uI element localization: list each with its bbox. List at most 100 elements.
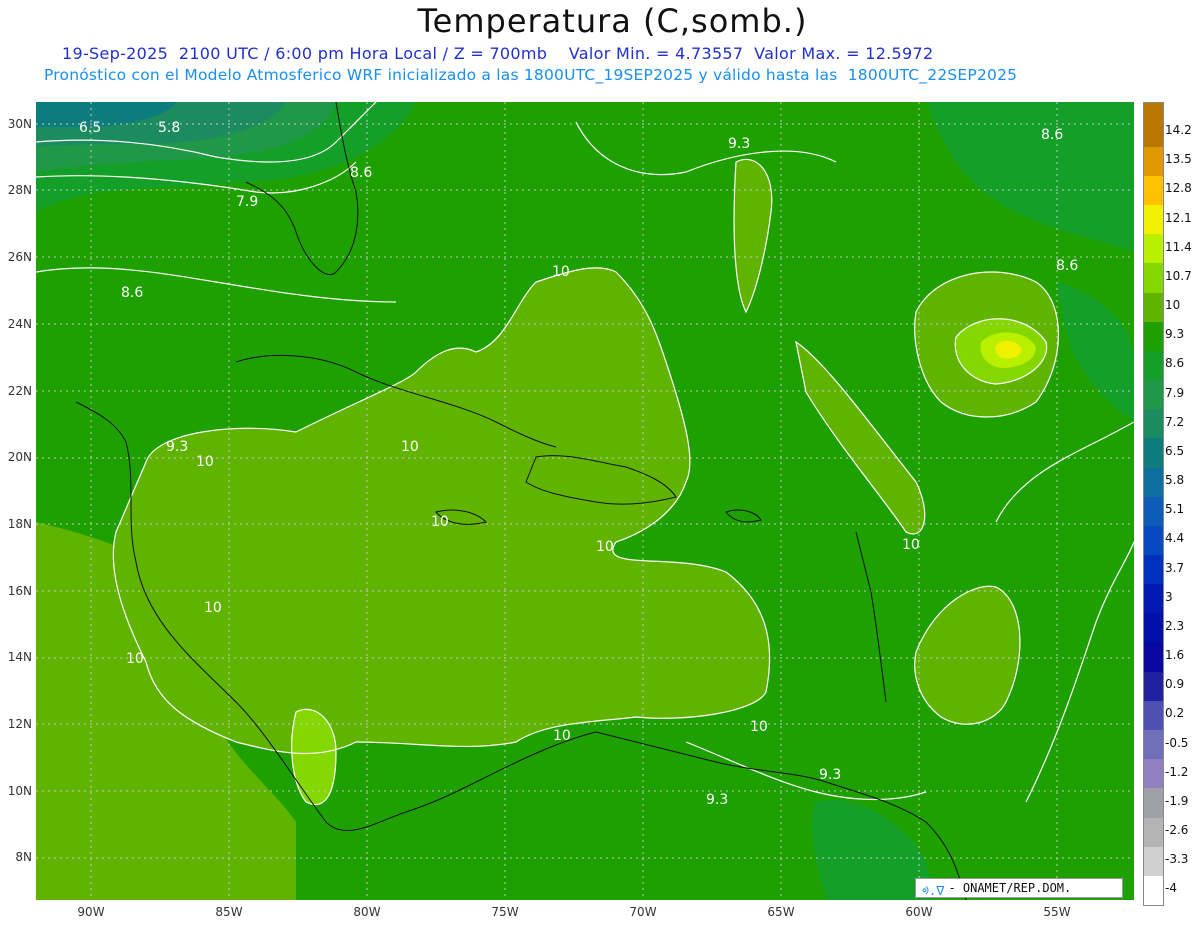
colorbar-segment bbox=[1144, 817, 1163, 848]
colorbar-segment bbox=[1144, 350, 1163, 381]
colorbar-segment bbox=[1144, 263, 1163, 294]
colorbar-label: -3.3 bbox=[1165, 852, 1189, 867]
colorbar-label: 0.2 bbox=[1165, 706, 1185, 721]
contour-label: 5.8 bbox=[158, 120, 181, 136]
colorbar-segment bbox=[1144, 759, 1163, 789]
colorbar-label: 0.9 bbox=[1165, 677, 1185, 692]
contour-label: 6.5 bbox=[79, 120, 102, 136]
colorbar-label: -1.2 bbox=[1165, 764, 1189, 779]
lon-label: 55W bbox=[1043, 905, 1071, 919]
colorbar-label: 1.6 bbox=[1165, 648, 1185, 663]
onamet-logo: ᢀ.ᐁ bbox=[922, 883, 945, 898]
onamet-credit: ᢀ.ᐁ - ONAMET/REP.DOM. bbox=[915, 878, 1123, 898]
contour-label: 9.3 bbox=[728, 136, 751, 152]
contour-label: 8.6 bbox=[1056, 258, 1079, 274]
colorbar-segment bbox=[1144, 380, 1163, 410]
lon-label: 75W bbox=[491, 905, 519, 919]
contour-label: 10 bbox=[902, 537, 920, 553]
credit-text: - ONAMET/REP.DOM. bbox=[948, 881, 1072, 895]
colorbar-segment bbox=[1144, 875, 1163, 906]
contour-label: 8.6 bbox=[121, 285, 144, 301]
contour-label: 8.6 bbox=[1041, 127, 1064, 143]
colorbar-segment bbox=[1144, 584, 1163, 614]
lat-label: 14N bbox=[7, 650, 32, 664]
colorbar-label: -2.6 bbox=[1165, 823, 1189, 838]
map-title: Temperatura (C,somb.) bbox=[417, 2, 808, 40]
lat-label: 16N bbox=[7, 584, 32, 598]
contour-label: 7.9 bbox=[236, 194, 259, 210]
lat-label: 10N bbox=[7, 784, 32, 798]
contour-label: 9.3 bbox=[706, 792, 729, 808]
contour-label: 10 bbox=[553, 728, 571, 744]
contour-label: 8.6 bbox=[350, 165, 373, 181]
colorbar-segment bbox=[1144, 146, 1163, 177]
lon-label: 85W bbox=[215, 905, 243, 919]
colorbar-segment bbox=[1144, 496, 1163, 527]
colorbar-segment bbox=[1144, 205, 1163, 235]
colorbar-label: 3.7 bbox=[1165, 560, 1185, 575]
contour-label: 9.3 bbox=[166, 439, 189, 455]
colorbar-segment bbox=[1144, 438, 1163, 469]
model-info-line: Pronóstico con el Modelo Atmosferico WRF… bbox=[44, 66, 1018, 84]
colorbar-label: -1.9 bbox=[1165, 793, 1189, 808]
colorbar-segment bbox=[1144, 175, 1163, 206]
contour-label: 10 bbox=[196, 454, 214, 470]
contour-label: 10 bbox=[204, 600, 222, 616]
colorbar-label: 5.8 bbox=[1165, 473, 1185, 488]
colorbar-label: 9.3 bbox=[1165, 327, 1185, 342]
colorbar-segment bbox=[1144, 613, 1163, 644]
colorbar-label: 7.2 bbox=[1165, 414, 1185, 429]
lat-label: 12N bbox=[7, 717, 32, 731]
colorbar-segment bbox=[1144, 846, 1163, 877]
colorbar-segment bbox=[1144, 642, 1163, 673]
colorbar-segment bbox=[1144, 409, 1163, 439]
lat-label: 28N bbox=[7, 183, 32, 197]
contour-label: 10 bbox=[750, 719, 768, 735]
lon-label: 60W bbox=[905, 905, 933, 919]
colorbar-label: 12.1 bbox=[1165, 210, 1192, 225]
colorbar-segment bbox=[1144, 103, 1163, 119]
colorbar-segment bbox=[1144, 700, 1163, 731]
colorbar-label: 12.8 bbox=[1165, 181, 1192, 196]
contour-label: 10 bbox=[431, 514, 449, 530]
lon-label: 65W bbox=[767, 905, 795, 919]
colorbar bbox=[1143, 102, 1164, 906]
colorbar-segment bbox=[1144, 525, 1163, 556]
colorbar-segment bbox=[1144, 467, 1163, 498]
contour-label: 10 bbox=[596, 539, 614, 555]
colorbar-label: 7.9 bbox=[1165, 385, 1185, 400]
colorbar-label: 3 bbox=[1165, 589, 1173, 604]
contour-label: 10 bbox=[126, 651, 144, 667]
colorbar-label: 10.7 bbox=[1165, 268, 1192, 283]
colorbar-label: -0.5 bbox=[1165, 735, 1189, 750]
lat-label: 8N bbox=[15, 850, 32, 864]
lat-label: 26N bbox=[7, 250, 32, 264]
colorbar-label: -4 bbox=[1165, 881, 1177, 896]
colorbar-segment bbox=[1144, 321, 1163, 352]
lat-label: 18N bbox=[7, 517, 32, 531]
colorbar-segment bbox=[1144, 671, 1163, 702]
colorbar-label: 6.5 bbox=[1165, 443, 1185, 458]
colorbar-label: 11.4 bbox=[1165, 239, 1192, 254]
colorbar-label: 5.1 bbox=[1165, 502, 1185, 517]
lat-label: 22N bbox=[7, 384, 32, 398]
valid-time-line: 19-Sep-2025 2100 UTC / 6:00 pm Hora Loca… bbox=[62, 44, 934, 63]
temperature-map: 6.5 5.8 7.9 8.6 8.6 9.3 8.6 8.6 10 9.3 1… bbox=[36, 102, 1134, 900]
lat-label: 30N bbox=[7, 117, 32, 131]
colorbar-segment bbox=[1144, 234, 1163, 264]
lon-label: 80W bbox=[353, 905, 381, 919]
colorbar-label: 2.3 bbox=[1165, 618, 1185, 633]
colorbar-label: 8.6 bbox=[1165, 356, 1185, 371]
map-canvas bbox=[36, 102, 1134, 900]
contour-label: 9.3 bbox=[819, 767, 842, 783]
contour-label: 10 bbox=[552, 264, 570, 280]
lon-label: 70W bbox=[629, 905, 657, 919]
lat-label: 20N bbox=[7, 450, 32, 464]
colorbar-segment bbox=[1144, 730, 1163, 760]
lat-label: 24N bbox=[7, 317, 32, 331]
colorbar-label: 10 bbox=[1165, 298, 1181, 313]
colorbar-label: 4.4 bbox=[1165, 531, 1185, 546]
lon-label: 90W bbox=[77, 905, 105, 919]
colorbar-label: 13.5 bbox=[1165, 152, 1192, 167]
contour-label: 10 bbox=[401, 439, 419, 455]
